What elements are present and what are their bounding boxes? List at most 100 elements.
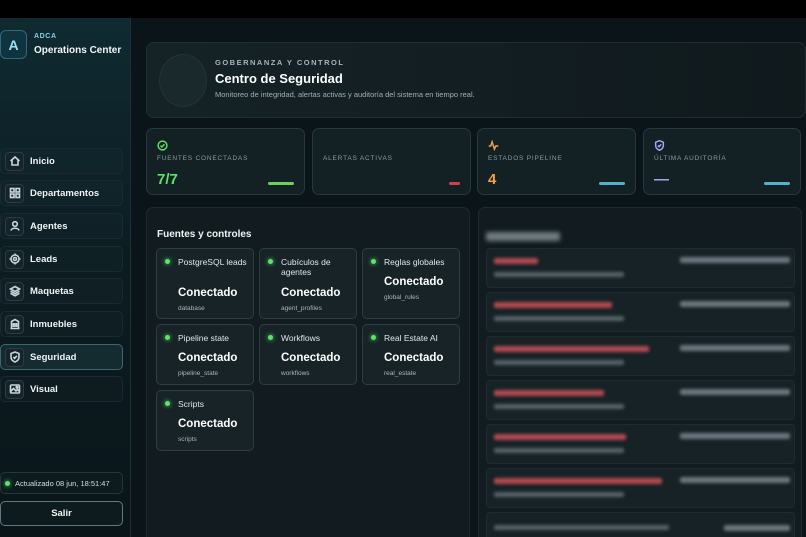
page-title: Centro de Seguridad [215, 71, 343, 86]
stat-label: ÚLTIMA AUDITORÍA [654, 155, 727, 162]
stat-accent-bar [449, 182, 460, 185]
shield-icon [5, 347, 24, 367]
sidebar-item-label: Maquetas [30, 285, 74, 297]
source-name: PostgreSQL leads [178, 257, 247, 267]
main-content: GOBERNANZA Y CONTROL Centro de Seguridad… [131, 18, 806, 537]
redacted-timestamp [680, 345, 790, 351]
source-status: Conectado [384, 352, 444, 364]
sidebar-item-label: Visual [30, 383, 58, 395]
redacted-event-title [494, 302, 612, 308]
source-key: database [178, 305, 205, 312]
redacted-timestamp [680, 477, 790, 483]
source-key: agent_profiles [281, 305, 322, 312]
audit-row[interactable] [486, 292, 795, 332]
stat-accent-bar [764, 182, 790, 185]
source-name: Workflows [281, 333, 321, 343]
source-card-pipeline[interactable]: Pipeline state Conectado pipeline_state [156, 324, 254, 385]
source-card-real-estate[interactable]: Real Estate AI Conectado real_estate [362, 324, 460, 385]
sidebar-item-departamentos[interactable]: Departamentos [0, 180, 123, 206]
source-status: Conectado [281, 287, 341, 299]
redacted-event-detail [494, 404, 624, 409]
target-icon [5, 249, 24, 269]
source-key: scripts [178, 436, 197, 443]
source-status: Conectado [178, 418, 238, 430]
redacted-event-title [494, 346, 649, 352]
source-card-workflows[interactable]: Workflows Conectado workflows [259, 324, 357, 385]
stat-value: — [654, 171, 669, 188]
redacted-event-title [494, 478, 662, 484]
redacted-panel-title [486, 232, 560, 241]
sidebar-item-visual[interactable]: Visual [0, 376, 123, 402]
brand-title: Operations Center [34, 45, 122, 56]
audit-row[interactable] [486, 468, 795, 508]
source-name: Reglas globales [384, 257, 445, 267]
stat-accent-bar [268, 182, 294, 185]
sidebar: A ADCA Operations Center Inicio Departam… [0, 18, 131, 537]
redacted-event-detail [494, 316, 624, 321]
source-status: Conectado [178, 287, 238, 299]
source-name: Real Estate AI [384, 333, 438, 343]
stat-label: ALERTAS ACTIVAS [323, 155, 393, 162]
sidebar-item-label: Agentes [30, 220, 68, 232]
redacted-event-detail [494, 272, 624, 277]
sidebar-item-label: Seguridad [30, 351, 77, 363]
sidebar-item-label: Leads [30, 253, 58, 265]
sidebar-item-label: Inmuebles [30, 318, 77, 330]
brand-tag: ADCA [34, 33, 57, 40]
source-card-scripts[interactable]: Scripts Conectado scripts [156, 390, 254, 451]
source-name: Scripts [178, 399, 204, 409]
redacted-timestamp [680, 257, 790, 263]
source-name: Cubículos de agentes [281, 257, 331, 277]
sidebar-item-inmuebles[interactable]: Inmuebles [0, 311, 123, 337]
status-dot [371, 335, 376, 340]
source-card-postgresql[interactable]: PostgreSQL leads Conectado database [156, 248, 254, 319]
sidebar-item-seguridad[interactable]: Seguridad [0, 344, 123, 370]
status-dot [371, 259, 376, 264]
stat-card-pipeline: ESTADOS PIPELINE 4 [477, 128, 636, 195]
source-status: Conectado [384, 276, 444, 288]
source-status: Conectado [178, 352, 238, 364]
source-key: workflows [281, 370, 310, 377]
page-subtitle: Monitoreo de integridad, alertas activas… [215, 90, 475, 99]
last-updated-status: Actualizado 08 jun, 18:51:47 [0, 472, 123, 494]
audit-row[interactable] [486, 512, 795, 537]
redacted-event-title [494, 390, 604, 396]
user-icon [5, 216, 24, 236]
page-kicker: GOBERNANZA Y CONTROL [215, 58, 345, 67]
brand-logo[interactable]: A [0, 30, 27, 59]
image-icon [5, 379, 24, 399]
status-dot [165, 335, 170, 340]
logout-button[interactable]: Salir [0, 501, 123, 526]
audit-row[interactable] [486, 380, 795, 420]
top-bar [0, 0, 806, 18]
activity-icon [488, 138, 499, 152]
sources-panel: Fuentes y controles PostgreSQL leads Con… [146, 207, 470, 537]
shield-check-icon [654, 138, 665, 152]
sidebar-item-leads[interactable]: Leads [0, 246, 123, 272]
source-key: real_estate [384, 370, 417, 377]
sidebar-item-inicio[interactable]: Inicio [0, 148, 123, 174]
stat-value: 7/7 [157, 171, 178, 188]
source-card-agentes[interactable]: Cubículos de agentes Conectado agent_pro… [259, 248, 357, 319]
building-icon [5, 314, 24, 334]
check-circle-icon [157, 138, 168, 151]
redacted-timestamp [680, 389, 790, 395]
home-icon [5, 151, 24, 171]
sidebar-item-maquetas[interactable]: Maquetas [0, 278, 123, 304]
status-dot [165, 401, 170, 406]
last-updated-text: Actualizado 08 jun, 18:51:47 [15, 478, 110, 488]
redacted-event-detail [494, 525, 669, 530]
source-card-reglas[interactable]: Reglas globales Conectado global_rules [362, 248, 460, 319]
stat-accent-bar [599, 182, 625, 185]
sidebar-item-agentes[interactable]: Agentes [0, 213, 123, 239]
sidebar-item-label: Inicio [30, 155, 55, 167]
stat-card-auditoria: ÚLTIMA AUDITORÍA — [643, 128, 801, 195]
status-dot [268, 335, 273, 340]
audit-row[interactable] [486, 248, 795, 288]
audit-row[interactable] [486, 336, 795, 376]
header-avatar [159, 54, 207, 107]
audit-row[interactable] [486, 424, 795, 464]
redacted-timestamp [724, 525, 790, 531]
redacted-event-detail [494, 492, 624, 497]
status-dot [165, 259, 170, 264]
